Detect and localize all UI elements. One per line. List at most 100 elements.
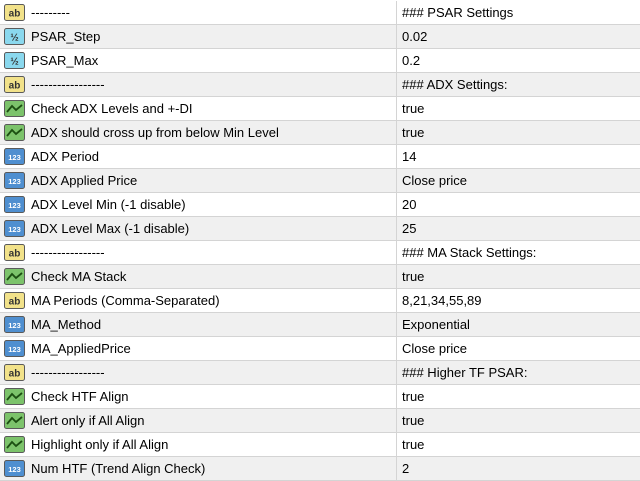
parameter-value[interactable]: ### PSAR Settings: [397, 1, 640, 24]
bool-icon: [4, 124, 25, 141]
bool-icon: [4, 436, 25, 453]
parameter-name-cell: ½ PSAR_Max: [0, 49, 397, 72]
parameter-value[interactable]: 0.02: [397, 25, 640, 48]
svg-text:123: 123: [8, 177, 21, 186]
parameter-name: Alert only if All Align: [31, 413, 145, 428]
parameter-value[interactable]: ### ADX Settings:: [397, 73, 640, 96]
svg-text:123: 123: [8, 465, 21, 474]
parameter-name: PSAR_Max: [31, 53, 99, 68]
svg-text:ab: ab: [9, 249, 21, 260]
parameter-value[interactable]: true: [397, 265, 640, 288]
parameter-name-cell: Alert only if All Align: [0, 409, 397, 432]
parameter-row[interactable]: ab ----------------- ### ADX Settings:: [0, 73, 640, 97]
bool-icon: [4, 268, 25, 285]
parameter-name-cell: 123 ADX Level Min (-1 disable): [0, 193, 397, 216]
parameter-row[interactable]: ab MA Periods (Comma-Separated) 8,21,34,55…: [0, 289, 640, 313]
parameter-name: -----------------: [31, 365, 105, 380]
string-icon: ab: [4, 292, 25, 309]
svg-text:ab: ab: [9, 9, 21, 20]
svg-text:ab: ab: [9, 369, 21, 380]
parameter-name: Highlight only if All Align: [31, 437, 169, 452]
svg-text:½: ½: [10, 33, 18, 44]
parameter-name-cell: ab ---------: [0, 1, 397, 24]
int-icon: 123: [4, 196, 25, 213]
parameter-row[interactable]: ab --------- ### PSAR Settings: [0, 1, 640, 25]
parameter-row[interactable]: ADX should cross up from below Min Level…: [0, 121, 640, 145]
parameter-value[interactable]: 2: [397, 457, 640, 480]
int-icon: 123: [4, 148, 25, 165]
parameter-row[interactable]: Alert only if All Align true: [0, 409, 640, 433]
parameter-name-cell: Check MA Stack: [0, 265, 397, 288]
parameter-row[interactable]: 123 ADX Level Max (-1 disable) 25: [0, 217, 640, 241]
parameter-row[interactable]: Check ADX Levels and +-DI true: [0, 97, 640, 121]
parameter-value[interactable]: Close price: [397, 169, 640, 192]
parameter-name: MA_AppliedPrice: [31, 341, 131, 356]
parameter-name: ADX Level Max (-1 disable): [31, 221, 190, 236]
parameter-name: MA_Method: [31, 317, 102, 332]
parameter-row[interactable]: Check HTF Align true: [0, 385, 640, 409]
parameter-row[interactable]: 123 ADX Level Min (-1 disable) 20: [0, 193, 640, 217]
parameter-value[interactable]: 0.2: [397, 49, 640, 72]
int-icon: 123: [4, 340, 25, 357]
parameters-table: ab --------- ### PSAR Settings ½ PSAR_Step 0.…: [0, 0, 640, 481]
parameter-value[interactable]: 14: [397, 145, 640, 168]
parameter-value[interactable]: true: [397, 433, 640, 456]
int-icon: 123: [4, 172, 25, 189]
svg-text:123: 123: [8, 201, 21, 210]
int-icon: 123: [4, 220, 25, 237]
parameter-value[interactable]: true: [397, 121, 640, 144]
parameter-name: MA Periods (Comma-Separated): [31, 293, 220, 308]
svg-text:123: 123: [8, 225, 21, 234]
parameter-row[interactable]: 123 ADX Period 14: [0, 145, 640, 169]
parameter-name-cell: ab -----------------: [0, 73, 397, 96]
parameter-row[interactable]: ½ PSAR_Step 0.02: [0, 25, 640, 49]
parameter-value[interactable]: 8,21,34,55,89: [397, 289, 640, 312]
parameter-name-cell: 123 Num HTF (Trend Align Check): [0, 457, 397, 480]
parameter-value[interactable]: 25: [397, 217, 640, 240]
parameter-value[interactable]: ### MA Stack Settings:: [397, 241, 640, 264]
parameter-name: Num HTF (Trend Align Check): [31, 461, 206, 476]
parameter-name: Check HTF Align: [31, 389, 129, 404]
parameter-value[interactable]: 20: [397, 193, 640, 216]
parameter-name-cell: 123 ADX Level Max (-1 disable): [0, 217, 397, 240]
bool-icon: [4, 388, 25, 405]
parameter-row[interactable]: ½ PSAR_Max 0.2: [0, 49, 640, 73]
svg-text:123: 123: [8, 153, 21, 162]
parameter-name-cell: 123 ADX Applied Price: [0, 169, 397, 192]
string-icon: ab: [4, 244, 25, 261]
int-icon: 123: [4, 460, 25, 477]
parameter-row[interactable]: Check MA Stack true: [0, 265, 640, 289]
string-icon: ab: [4, 364, 25, 381]
parameter-name-cell: 123 MA_AppliedPrice: [0, 337, 397, 360]
parameter-name: PSAR_Step: [31, 29, 101, 44]
parameter-name-cell: 123 MA_Method: [0, 313, 397, 336]
parameter-row[interactable]: ab ----------------- ### MA Stack Settings…: [0, 241, 640, 265]
parameter-name: ADX Period: [31, 149, 99, 164]
parameter-name: -----------------: [31, 245, 105, 260]
parameter-name-cell: ½ PSAR_Step: [0, 25, 397, 48]
parameter-value[interactable]: true: [397, 385, 640, 408]
parameter-row[interactable]: ab ----------------- ### Higher TF PSAR:: [0, 361, 640, 385]
parameter-name-cell: 123 ADX Period: [0, 145, 397, 168]
parameter-row[interactable]: 123 ADX Applied Price Close price: [0, 169, 640, 193]
parameter-value[interactable]: true: [397, 97, 640, 120]
svg-text:ab: ab: [9, 297, 21, 308]
bool-icon: [4, 100, 25, 117]
bool-icon: [4, 412, 25, 429]
svg-text:ab: ab: [9, 81, 21, 92]
parameter-row[interactable]: Highlight only if All Align true: [0, 433, 640, 457]
parameter-name: ADX should cross up from below Min Level: [31, 125, 279, 140]
int-icon: 123: [4, 316, 25, 333]
parameter-value[interactable]: ### Higher TF PSAR:: [397, 361, 640, 384]
parameter-name: ---------: [31, 5, 70, 20]
parameter-name: -----------------: [31, 77, 105, 92]
parameter-name: ADX Level Min (-1 disable): [31, 197, 186, 212]
parameter-value[interactable]: true: [397, 409, 640, 432]
parameter-name-cell: ab -----------------: [0, 241, 397, 264]
parameter-row[interactable]: 123 MA_Method Exponential: [0, 313, 640, 337]
parameter-row[interactable]: 123 Num HTF (Trend Align Check) 2: [0, 457, 640, 481]
parameter-value[interactable]: Exponential: [397, 313, 640, 336]
parameter-value[interactable]: Close price: [397, 337, 640, 360]
svg-text:123: 123: [8, 345, 21, 354]
parameter-row[interactable]: 123 MA_AppliedPrice Close price: [0, 337, 640, 361]
